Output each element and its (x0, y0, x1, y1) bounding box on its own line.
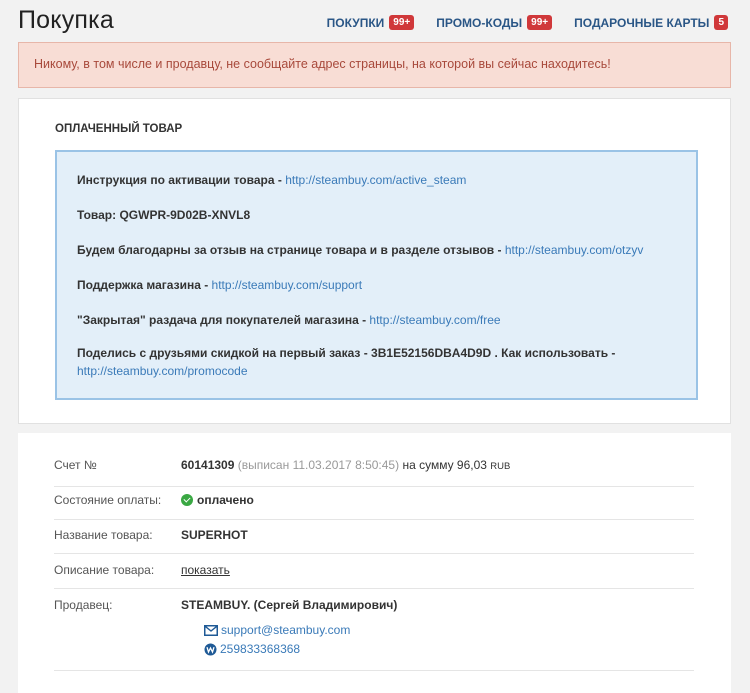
webmoney-icon (204, 643, 217, 655)
product-info-box: Инструкция по активации товара - http://… (55, 150, 698, 400)
product-name-label: Название товара: (54, 528, 153, 542)
invoice-currency: RUB (490, 461, 511, 472)
nav-purchases-label: ПОКУПКИ (326, 15, 385, 30)
info-line-activation: Инструкция по активации товара - http://… (77, 173, 676, 187)
info-line-free: "Закрытая" раздача для покупателей магаз… (77, 313, 676, 327)
nav-promo-codes-label: ПРОМО-КОДЫ (436, 15, 523, 30)
invoice-value: 60141309 (выписан 11.03.2017 8:50:45) на… (181, 458, 510, 472)
security-warning: Никому, в том числе и продавцу, не сообщ… (18, 42, 731, 88)
seller-email-text: support@steambuy.com (221, 623, 351, 637)
promocode-link[interactable]: http://steambuy.com/promocode (77, 364, 248, 378)
product-description-row: Описание товара: показать (54, 563, 694, 589)
invoice-number: 60141309 (181, 458, 235, 472)
support-link[interactable]: http://steambuy.com/support (212, 278, 363, 292)
invoice-issued: (выписан 11.03.2017 8:50:45) (237, 458, 400, 472)
payment-status-label: Состояние оплаты: (54, 493, 162, 507)
info-line-support: Поддержка магазина - http://steambuy.com… (77, 278, 676, 292)
payment-status-value: оплачено (181, 493, 254, 507)
envelope-icon (204, 624, 218, 636)
check-circle-icon (181, 494, 193, 506)
nav-gift-cards[interactable]: ПОДАРОЧНЫЕ КАРТЫ 5 (574, 15, 728, 30)
payment-status-row: Состояние оплаты: оплачено (54, 493, 694, 520)
free-link[interactable]: http://steambuy.com/free (369, 313, 500, 327)
info-text: Инструкция по активации товара - (77, 173, 286, 187)
top-nav: ПОКУПКИ 99+ ПРОМО-КОДЫ 99+ ПОДАРОЧНЫЕ КА… (327, 15, 728, 30)
product-description-label: Описание товара: (54, 563, 155, 577)
product-name-row: Название товара: SUPERHOT (54, 528, 694, 554)
info-text: Будем благодарны за отзыв на странице то… (77, 243, 505, 257)
invoice-row: Счет № 60141309 (выписан 11.03.2017 8:50… (54, 458, 694, 487)
nav-promo-codes-badge: 99+ (527, 15, 553, 30)
info-line-promo: Поделись с друзьями скидкой на первый за… (77, 345, 676, 380)
page-title: Покупка (18, 6, 114, 34)
info-text: Поделись с друзьями скидкой на первый за… (77, 346, 616, 360)
invoice-sum: на сумму 96,03 (402, 458, 487, 472)
info-line-review: Будем благодарны за отзыв на странице то… (77, 243, 676, 257)
activation-link[interactable]: http://steambuy.com/active_steam (285, 173, 466, 187)
review-link[interactable]: http://steambuy.com/otzyv (505, 243, 644, 257)
product-name-link[interactable]: SUPERHOT (181, 528, 248, 542)
nav-purchases[interactable]: ПОКУПКИ 99+ (327, 15, 415, 30)
order-details-card: Счет № 60141309 (выписан 11.03.2017 8:50… (18, 433, 731, 693)
paid-product-card: ОПЛАЧЕННЫЙ ТОВАР Инструкция по активации… (18, 98, 731, 424)
info-line-product-key: Товар: QGWPR-9D02B-XNVL8 (77, 208, 676, 222)
seller-name: STEAMBUY. (Сергей Владимирович) (181, 598, 398, 612)
product-key-text: Товар: QGWPR-9D02B-XNVL8 (77, 208, 251, 222)
payment-status-text: оплачено (197, 493, 254, 507)
seller-label: Продавец: (54, 598, 113, 612)
invoice-label: Счет № (54, 458, 97, 472)
info-text: Поддержка магазина - (77, 278, 212, 292)
seller-row: Продавец: STEAMBUY. (Сергей Владимирович… (54, 598, 694, 671)
seller-wallet[interactable]: 259833368368 (204, 642, 300, 656)
paid-product-title: ОПЛАЧЕННЫЙ ТОВАР (55, 123, 183, 135)
info-text: "Закрытая" раздача для покупателей магаз… (77, 313, 370, 327)
nav-promo-codes[interactable]: ПРОМО-КОДЫ 99+ (436, 15, 553, 30)
seller-email[interactable]: support@steambuy.com (204, 623, 350, 637)
show-description-link[interactable]: показать (181, 563, 230, 577)
seller-wallet-text: 259833368368 (220, 642, 301, 656)
nav-gift-cards-badge: 5 (714, 15, 728, 30)
nav-purchases-badge: 99+ (389, 15, 415, 30)
nav-gift-cards-label: ПОДАРОЧНЫЕ КАРТЫ (574, 15, 710, 30)
